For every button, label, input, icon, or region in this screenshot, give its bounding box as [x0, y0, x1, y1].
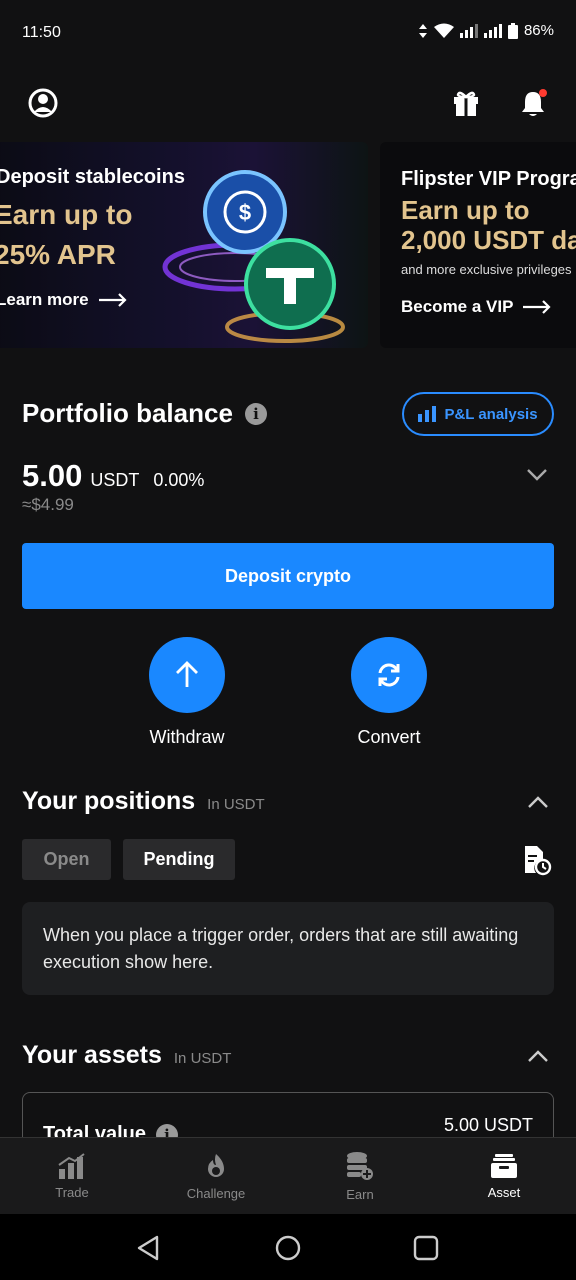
- withdraw-button[interactable]: [149, 637, 225, 713]
- status-icons: 86%: [418, 22, 554, 39]
- pending-orders-notice: When you place a trigger order, orders t…: [22, 902, 554, 995]
- learn-more-label: Learn more: [0, 290, 89, 309]
- deposit-crypto-button[interactable]: Deposit crypto: [22, 543, 554, 609]
- system-navigation-bar: [0, 1214, 576, 1280]
- bottom-navigation: Trade Challenge Earn Asset: [0, 1137, 576, 1214]
- assets-title: Your assets: [22, 1041, 162, 1069]
- notification-bell-icon[interactable]: [513, 83, 553, 123]
- banner-subtitle: and more exclusive privileges: [401, 262, 572, 277]
- battery-level: 86%: [523, 22, 554, 39]
- gift-icon[interactable]: [446, 83, 486, 123]
- banner-highlight-2: 2,000 USDT da: [401, 225, 576, 255]
- positions-title: Your positions: [22, 787, 196, 815]
- arrow-right-icon: [98, 293, 127, 307]
- assets-unit: In USDT: [173, 1050, 232, 1067]
- learn-more-link[interactable]: Learn more: [0, 290, 127, 310]
- pl-analysis-label: P&L analysis: [444, 405, 538, 423]
- back-icon[interactable]: [135, 1234, 161, 1262]
- nav-earn[interactable]: Earn: [310, 1138, 410, 1215]
- home-icon[interactable]: [274, 1234, 302, 1262]
- tab-pending[interactable]: Pending: [123, 839, 235, 880]
- bar-chart-icon: [418, 406, 437, 422]
- refresh-convert-icon: [378, 663, 400, 687]
- banner-highlight-1: Earn up to: [0, 199, 133, 230]
- nav-asset-label: Asset: [487, 1185, 521, 1200]
- pl-analysis-button[interactable]: P&L analysis: [402, 392, 554, 436]
- become-vip-label: Become a VIP: [401, 297, 514, 316]
- status-time: 11:50: [22, 24, 61, 41]
- chart-bars-icon: [58, 1153, 85, 1179]
- banner-highlight-2: 25% APR: [0, 239, 116, 270]
- nav-earn-label: Earn: [346, 1187, 374, 1202]
- balance-unit: USDT: [90, 470, 140, 490]
- chevron-down-icon[interactable]: [526, 468, 548, 482]
- withdraw-label: Withdraw: [149, 727, 225, 747]
- wallet-icon: [491, 1154, 517, 1178]
- signal-icon: [459, 23, 478, 38]
- nav-challenge-label: Challenge: [186, 1186, 246, 1201]
- stablecoin-illustration: $: [162, 170, 345, 343]
- wifi-icon: [433, 23, 454, 38]
- balance-amount: 5.00: [22, 458, 83, 493]
- data-arrows-icon: [418, 23, 427, 38]
- chevron-up-icon[interactable]: [527, 795, 549, 809]
- info-icon[interactable]: i: [244, 402, 267, 425]
- banner-title: Deposit stablecoins: [0, 166, 185, 188]
- assets-header: Your assets In USDT: [22, 1041, 231, 1070]
- portfolio-title-text: Portfolio balance: [22, 398, 233, 428]
- promo-banner-stablecoins[interactable]: Deposit stablecoins Earn up to 25% APR L…: [0, 142, 368, 348]
- withdraw-action[interactable]: Withdraw: [117, 637, 257, 748]
- tab-open[interactable]: Open: [22, 839, 111, 880]
- balance-row: 5.00 USDT 0.00%: [22, 458, 204, 494]
- portfolio-title: Portfolio balance i: [22, 398, 267, 429]
- convert-action[interactable]: Convert: [319, 637, 459, 748]
- flame-icon: [208, 1154, 224, 1177]
- arrow-up-icon: [176, 661, 198, 687]
- coins-plus-icon: [347, 1152, 373, 1180]
- battery-icon: [507, 22, 518, 39]
- profile-icon[interactable]: [23, 83, 63, 123]
- chevron-up-icon[interactable]: [527, 1049, 549, 1063]
- nav-asset[interactable]: Asset: [454, 1138, 554, 1215]
- svg-text:$: $: [239, 200, 251, 225]
- total-value-amount: 5.00 USDT: [443, 1115, 533, 1135]
- recent-apps-icon[interactable]: [412, 1234, 440, 1262]
- positions-header: Your positions In USDT: [22, 787, 265, 816]
- signal-2-icon: [483, 23, 502, 38]
- convert-label: Convert: [357, 727, 421, 747]
- balance-change: 0.00%: [153, 470, 205, 490]
- become-vip-link[interactable]: Become a VIP: [401, 297, 552, 317]
- promo-banner-vip[interactable]: Flipster VIP Progra Earn up to 2,000 USD…: [380, 142, 576, 348]
- balance-approx-usd: ≈$4.99: [22, 495, 74, 514]
- positions-unit: In USDT: [207, 796, 265, 813]
- convert-button[interactable]: [351, 637, 427, 713]
- banner-title: Flipster VIP Progra: [401, 168, 576, 190]
- order-history-icon[interactable]: [522, 844, 552, 876]
- nav-trade[interactable]: Trade: [22, 1138, 122, 1215]
- nav-trade-label: Trade: [55, 1185, 89, 1200]
- status-bar: 11:50 86%: [0, 0, 576, 66]
- nav-challenge[interactable]: Challenge: [166, 1138, 266, 1215]
- arrow-right-icon: [523, 300, 552, 314]
